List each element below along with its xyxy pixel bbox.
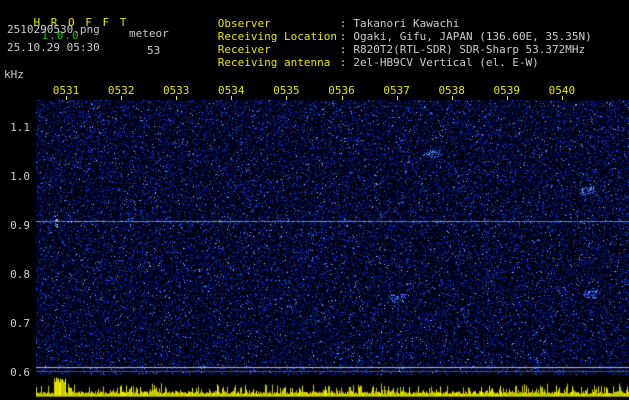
header-info: Observer: Takanori Kawachi Receiving Loca… xyxy=(178,4,592,69)
info-label: Observer xyxy=(217,17,271,30)
observation-timestamp: 25.10.29 05:30 xyxy=(7,41,100,54)
observation-mode-label: meteor xyxy=(129,27,169,40)
info-label: Receiving Location xyxy=(217,30,337,43)
info-colon: : xyxy=(339,56,347,69)
hrofft-screen: H R O F F T 1.0.0 2510290530.png meteor … xyxy=(0,0,629,400)
output-filename: 2510290530.png xyxy=(7,23,100,36)
freq-tick-label: 1.1 xyxy=(10,121,30,134)
info-value: 2el-HB9CV Vertical (el. E-W) xyxy=(353,56,539,69)
freq-tick-label: 0.7 xyxy=(10,317,30,330)
info-value: Takanori Kawachi xyxy=(353,17,460,30)
info-label: Receiver xyxy=(217,43,271,56)
freq-tick-label: 0.6 xyxy=(10,366,30,379)
info-row-observer: Observer: Takanori Kawachi xyxy=(178,4,592,30)
spectrogram xyxy=(36,100,629,400)
freq-tick-label: 0.9 xyxy=(10,219,30,232)
meteor-count: 53 xyxy=(147,44,161,57)
info-colon: : xyxy=(339,43,347,56)
info-value: Ogaki, Gifu, JAPAN (136.60E, 35.35N) xyxy=(353,30,592,43)
info-colon: : xyxy=(339,17,347,30)
y-axis-unit-label: kHz xyxy=(4,68,24,81)
freq-tick-label: 0.8 xyxy=(10,268,30,281)
info-label: Receiving antenna xyxy=(217,56,331,69)
freq-tick-label: 1.0 xyxy=(10,170,30,183)
x-axis-time-labels: 0531 0532 0533 0534 0535 0536 0537 0538 0539 0540 xyxy=(0,84,629,100)
info-value: R820T2(RTL-SDR) SDR-Sharp 53.372MHz xyxy=(353,43,586,56)
info-colon: : xyxy=(339,30,347,43)
